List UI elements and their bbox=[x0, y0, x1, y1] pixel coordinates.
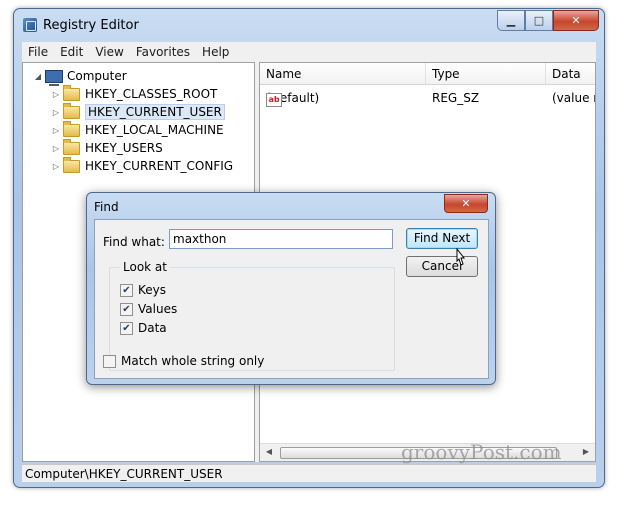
match-whole-row[interactable]: Match whole string only bbox=[103, 354, 264, 368]
tree-label-selected: HKEY_CURRENT_USER bbox=[85, 104, 225, 120]
collapse-arrow-icon[interactable]: ◢ bbox=[33, 72, 43, 81]
mouse-pointer-icon bbox=[456, 248, 466, 266]
menu-favorites[interactable]: Favorites bbox=[130, 45, 196, 59]
find-what-input[interactable] bbox=[169, 229, 393, 249]
folder-icon bbox=[63, 156, 80, 173]
close-button[interactable]: ✕ bbox=[553, 10, 599, 31]
tree-item-hkey-current-user[interactable]: ▷ HKEY_CURRENT_USER bbox=[51, 102, 225, 121]
column-header-data[interactable]: Data bbox=[546, 63, 595, 85]
column-header-name[interactable]: Name bbox=[260, 63, 426, 85]
values-label: Values bbox=[138, 302, 178, 316]
menu-edit[interactable]: Edit bbox=[54, 45, 89, 59]
values-checkbox[interactable]: ✔ bbox=[120, 302, 133, 316]
expand-arrow-icon[interactable]: ▷ bbox=[51, 162, 61, 171]
scroll-right-icon[interactable]: ▶ bbox=[579, 446, 593, 458]
tree-item-hkey-users[interactable]: ▷ HKEY_USERS bbox=[51, 138, 163, 157]
minimize-button[interactable]: ▁ bbox=[497, 10, 525, 31]
tree-label: HKEY_LOCAL_MACHINE bbox=[85, 123, 224, 137]
cancel-button[interactable]: Cancel bbox=[406, 256, 478, 277]
string-value-icon: ab bbox=[266, 93, 282, 107]
find-dialog-body: Find what: Find Next Cancel Look at ✔ Ke… bbox=[94, 219, 489, 379]
tree-item-hkey-current-config[interactable]: ▷ HKEY_CURRENT_CONFIG bbox=[51, 156, 234, 175]
keys-checkbox-row[interactable]: ✔ Keys bbox=[120, 283, 166, 297]
menu-view[interactable]: View bbox=[89, 45, 129, 59]
folder-icon bbox=[63, 120, 80, 137]
window-title: Registry Editor bbox=[43, 18, 139, 33]
find-dialog: Find ✕ Find what: Find Next Cancel Look … bbox=[86, 192, 496, 385]
tree-item-hkey-local-machine[interactable]: ▷ HKEY_LOCAL_MACHINE bbox=[51, 120, 224, 139]
menu-bar: File Edit View Favorites Help bbox=[22, 42, 596, 62]
expand-arrow-icon[interactable]: ▷ bbox=[51, 144, 61, 153]
value-data: (value n bbox=[552, 91, 595, 105]
match-whole-checkbox[interactable] bbox=[103, 354, 116, 368]
watermark: groovyPost.com bbox=[401, 440, 562, 464]
tree-label: HKEY_USERS bbox=[85, 141, 163, 155]
find-dialog-close-button[interactable]: ✕ bbox=[444, 194, 488, 213]
status-bar: Computer\HKEY_CURRENT_USER bbox=[22, 464, 596, 482]
scroll-left-icon[interactable]: ◀ bbox=[262, 446, 276, 458]
computer-icon bbox=[45, 69, 63, 86]
value-type: REG_SZ bbox=[432, 91, 480, 105]
maximize-button[interactable]: □ bbox=[525, 10, 553, 31]
find-dialog-title: Find bbox=[94, 200, 119, 214]
folder-icon bbox=[63, 84, 80, 101]
tree-label: HKEY_CLASSES_ROOT bbox=[85, 87, 218, 101]
title-bar: Registry Editor ▁ □ ✕ bbox=[14, 9, 604, 39]
tree-item-hkey-classes-root[interactable]: ▷ HKEY_CLASSES_ROOT bbox=[51, 84, 218, 103]
data-checkbox-row[interactable]: ✔ Data bbox=[120, 321, 167, 335]
tree-item-computer[interactable]: ◢ Computer bbox=[33, 67, 127, 86]
menu-help[interactable]: Help bbox=[196, 45, 235, 59]
keys-label: Keys bbox=[138, 283, 167, 297]
expand-arrow-icon[interactable]: ▷ bbox=[51, 90, 61, 99]
tree-label: HKEY_CURRENT_CONFIG bbox=[85, 159, 234, 173]
keys-checkbox[interactable]: ✔ bbox=[120, 283, 133, 297]
registry-editor-icon bbox=[23, 18, 37, 32]
look-at-label: Look at bbox=[120, 260, 170, 274]
data-label: Data bbox=[138, 321, 167, 335]
caption-buttons: ▁ □ ✕ bbox=[497, 10, 599, 31]
find-what-label: Find what: bbox=[103, 235, 165, 249]
find-next-button[interactable]: Find Next bbox=[406, 228, 478, 249]
expand-arrow-icon[interactable]: ▷ bbox=[51, 108, 61, 117]
list-item[interactable]: ab (Default) REG_SZ (value n bbox=[260, 89, 595, 107]
folder-icon bbox=[63, 138, 80, 155]
tree-label-computer: Computer bbox=[67, 69, 127, 83]
expand-arrow-icon[interactable]: ▷ bbox=[51, 126, 61, 135]
data-checkbox[interactable]: ✔ bbox=[120, 321, 133, 335]
match-whole-label: Match whole string only bbox=[121, 354, 265, 368]
column-header-type[interactable]: Type bbox=[426, 63, 546, 85]
menu-file[interactable]: File bbox=[22, 45, 54, 59]
folder-icon bbox=[63, 102, 80, 119]
values-checkbox-row[interactable]: ✔ Values bbox=[120, 302, 177, 316]
